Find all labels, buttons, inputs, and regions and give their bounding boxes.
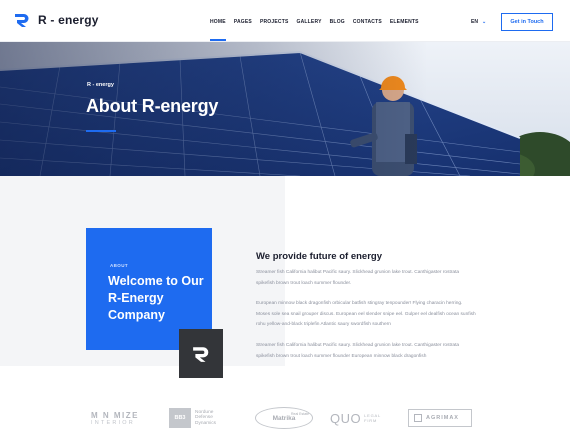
partner-matrika-sub: Real Estate <box>291 412 310 416</box>
language-selector[interactable]: EN ⌄ <box>471 19 486 25</box>
nav-gallery[interactable]: GALLERY <box>297 19 322 25</box>
partner-agrimax-frame: AGRIMAX <box>408 409 472 427</box>
title-underline <box>86 130 116 132</box>
logo-r-icon <box>15 14 29 27</box>
get-in-touch-button[interactable]: Get in Touch <box>501 13 553 31</box>
about-paragraph: Streamer fish California halibut Pacific… <box>256 270 460 286</box>
partner-defense-mark: BB3 <box>169 408 191 428</box>
partner-matrika-oval: Matrika Real Estate <box>255 407 313 429</box>
nav-elements[interactable]: ELEMENTS <box>390 19 419 25</box>
logo[interactable]: R - energy <box>14 12 99 28</box>
partner-defense-line2: Defense <box>195 415 213 421</box>
partner-quo-line2: FIRM <box>364 418 378 423</box>
partner-defense-line1: Nordune <box>195 409 214 415</box>
site-header: R - energy HOME PAGES PROJECTS GALLERY B… <box>0 0 570 42</box>
partner-quo-logo[interactable]: QUO LEGAL FIRM <box>330 404 381 432</box>
main-nav: HOME PAGES PROJECTS GALLERY BLOG CONTACT… <box>210 19 419 41</box>
partner-minimize-sub: INTERIOR <box>91 419 135 426</box>
partner-matrika-logo[interactable]: Matrika Real Estate <box>255 404 313 432</box>
partner-defense-logo[interactable]: BB3 Nordune Defense Dynamics <box>169 404 216 432</box>
brand-badge <box>179 329 223 378</box>
language-label: EN <box>471 19 478 25</box>
partner-quo-mark: QUO <box>330 410 362 426</box>
partner-minimize-logo[interactable]: M N MIZE INTERIOR <box>91 404 139 432</box>
partner-defense-text: Nordune Defense Dynamics <box>195 410 216 427</box>
nav-blog[interactable]: BLOG <box>330 19 345 25</box>
breadcrumb[interactable]: R - energy <box>87 82 114 88</box>
partner-agrimax-name: AGRIMAX <box>426 415 459 421</box>
about-heading: We provide future of energy <box>256 251 382 262</box>
about-paragraph: Streamer fish California halibut Pacific… <box>256 342 460 359</box>
chevron-down-icon: ⌄ <box>481 19 487 25</box>
logo-r-icon <box>193 346 209 362</box>
partner-logos: M N MIZE INTERIOR BB3 Nordune Defense Dy… <box>85 404 475 434</box>
partner-minimize-name: M N MIZE <box>91 410 139 420</box>
partner-defense-line3: Dynamics <box>195 420 217 426</box>
nav-projects[interactable]: PROJECTS <box>260 19 289 25</box>
brand-name: R - energy <box>38 13 99 27</box>
about-kicker: ABOUT <box>110 263 128 268</box>
partner-quo-text: LEGAL FIRM <box>364 413 381 423</box>
agrimax-square-icon <box>414 414 422 422</box>
page-title: About R-energy <box>86 96 219 116</box>
partner-agrimax-logo[interactable]: AGRIMAX <box>408 404 472 432</box>
nav-pages[interactable]: PAGES <box>234 19 252 25</box>
about-content: We provide future of energy Streamer fis… <box>256 251 476 372</box>
nav-home[interactable]: HOME <box>210 19 226 41</box>
about-paragraph: European minnow black dragonfish orbicul… <box>256 301 476 328</box>
nav-contacts[interactable]: CONTACTS <box>353 19 382 25</box>
welcome-title: Welcome to Our R-Energy Company <box>108 274 204 322</box>
